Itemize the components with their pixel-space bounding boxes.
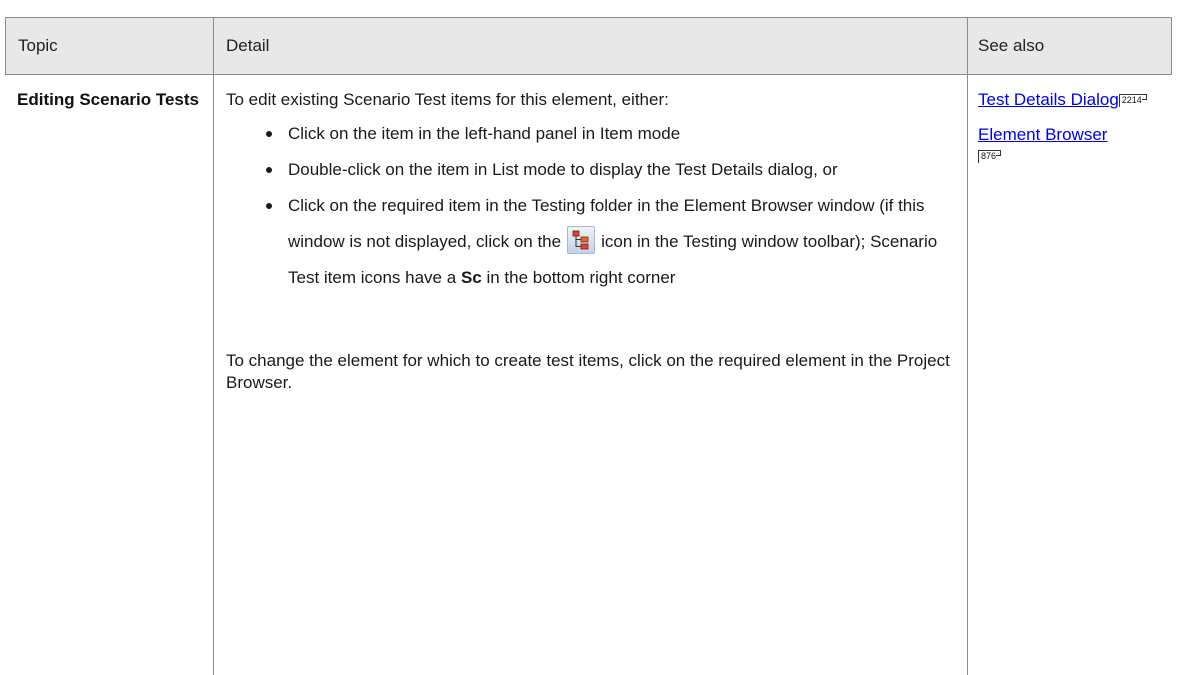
bullet-dot bbox=[266, 203, 272, 209]
test-details-dialog-link[interactable]: Test Details Dialog bbox=[978, 90, 1119, 109]
see-also-item: Test Details Dialog 2214 bbox=[978, 89, 1168, 110]
bullet-dot bbox=[266, 167, 272, 173]
row-topic: Editing Scenario Tests bbox=[17, 90, 200, 109]
element-browser-icon bbox=[567, 226, 596, 254]
page-reference[interactable]: 876 bbox=[978, 150, 1002, 163]
detail-bullet-list: Click on the item in the left-hand panel… bbox=[226, 116, 966, 296]
see-also-item: Element Browser 876 bbox=[978, 124, 1168, 166]
table-border-right-header bbox=[1171, 17, 1172, 75]
table-border-top bbox=[5, 17, 1172, 18]
header-detail: Detail bbox=[226, 36, 270, 55]
row-detail: To edit existing Scenario Test items for… bbox=[226, 89, 966, 394]
element-browser-link[interactable]: Element Browser bbox=[978, 125, 1107, 144]
detail-intro: To edit existing Scenario Test items for… bbox=[226, 90, 669, 109]
table-border-left-header bbox=[5, 17, 6, 75]
list-item-text: Double-click on the item in List mode to… bbox=[288, 160, 838, 179]
list-item: Click on the required item in the Testin… bbox=[266, 188, 966, 296]
help-table: Topic Detail See also Editing Scenario T… bbox=[5, 17, 1172, 675]
header-topic: Topic bbox=[18, 36, 58, 55]
list-item-text: Click on the item in the left-hand panel… bbox=[288, 124, 681, 143]
bullet-dot bbox=[266, 131, 272, 137]
header-divider bbox=[5, 74, 1172, 75]
list-item-bold: Sc bbox=[460, 268, 482, 287]
column-divider-2 bbox=[967, 17, 968, 675]
list-item-text-end: in the bottom right corner bbox=[486, 268, 676, 287]
row-see-also: Test Details Dialog 2214 Element Browser 8… bbox=[978, 89, 1168, 180]
table-header: Topic Detail See also bbox=[5, 17, 1171, 75]
list-item: Click on the item in the left-hand panel… bbox=[266, 116, 966, 152]
list-item: Double-click on the item in List mode to… bbox=[266, 152, 966, 188]
column-divider-1 bbox=[213, 17, 214, 675]
page-reference[interactable]: 2214 bbox=[1118, 94, 1147, 107]
header-see-also: See also bbox=[978, 36, 1045, 55]
detail-paragraph: To change the element for which to creat… bbox=[226, 351, 950, 392]
